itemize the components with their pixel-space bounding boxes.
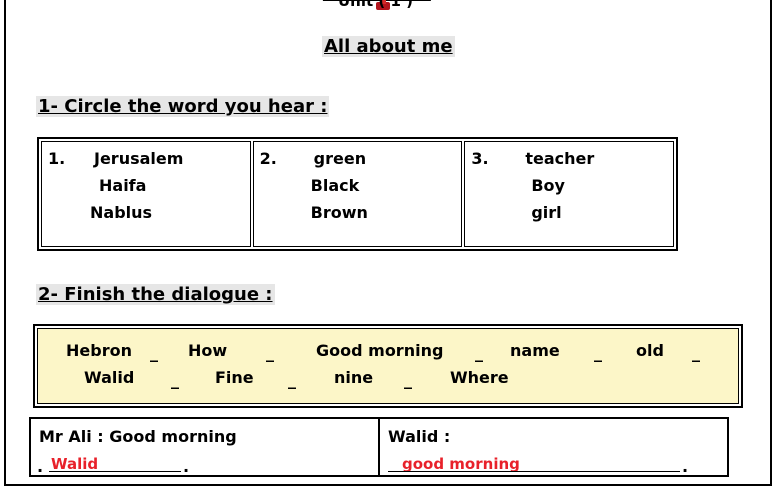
word-bank-box: Hebron _ How _ Good morning _ name _ old… (33, 324, 743, 408)
word-option[interactable]: green (314, 149, 366, 168)
bank-separator: _ (171, 370, 179, 389)
bank-word: Where (450, 368, 509, 387)
bank-separator: _ (404, 370, 412, 389)
word-option[interactable]: Brown (311, 203, 368, 222)
bank-separator: _ (692, 343, 700, 362)
word-option[interactable]: Black (311, 176, 360, 195)
bank-word: name (510, 341, 560, 360)
bank-word: Walid (84, 368, 135, 387)
bank-separator: _ (475, 343, 483, 362)
bank-word: nine (334, 368, 374, 387)
column-number: 2. (259, 149, 277, 168)
circle-words-table: 1. Jerusalem Haifa Nablus 2. green Black… (37, 137, 678, 251)
dot-mark: . (37, 457, 44, 476)
bank-word: Good morning (316, 341, 444, 360)
word-bank: Hebron _ How _ Good morning _ name _ old… (37, 328, 739, 404)
speaker-line: Walid : (388, 427, 451, 446)
bank-separator: _ (266, 343, 274, 362)
dot-mark: . (682, 457, 689, 476)
word-option[interactable]: teacher (525, 149, 594, 168)
answer-underline (49, 471, 181, 472)
dot-mark: . (183, 457, 190, 476)
bank-word: old (636, 341, 664, 360)
bank-separator: _ (288, 370, 296, 389)
page-title: All about me (322, 36, 455, 57)
word-option[interactable]: Nablus (90, 203, 152, 222)
bank-separator: _ (594, 343, 602, 362)
word-option[interactable]: Jerusalem (94, 149, 183, 168)
section1-heading: 1- Circle the word you hear : (36, 96, 330, 117)
section2-heading: 2- Finish the dialogue : (36, 284, 275, 305)
unit-label: Unit ( 1 ) (338, 0, 413, 10)
bank-word: Hebron (66, 341, 132, 360)
word-option[interactable]: girl (531, 203, 561, 222)
word-option[interactable]: Haifa (99, 176, 146, 195)
bank-word: How (188, 341, 228, 360)
dialogue-cell-mr-ali: Mr Ali : Good morning . Walid . (31, 419, 378, 476)
bank-separator: _ (150, 343, 158, 362)
words-column-2: 2. green Black Brown (252, 141, 463, 247)
column-number: 3. (471, 149, 489, 168)
answer-underline (388, 471, 680, 472)
words-column-3: 3. teacher Boy girl (464, 141, 675, 247)
column-number: 1. (48, 149, 66, 168)
speaker-line: Mr Ali : Good morning (39, 427, 237, 446)
dialogue-table: Mr Ali : Good morning . Walid . Walid : … (29, 417, 729, 477)
words-column-1: 1. Jerusalem Haifa Nablus (41, 141, 251, 247)
dialogue-cell-walid: Walid : good morning . (378, 419, 727, 476)
bank-word: Fine (215, 368, 254, 387)
word-option[interactable]: Boy (531, 176, 565, 195)
